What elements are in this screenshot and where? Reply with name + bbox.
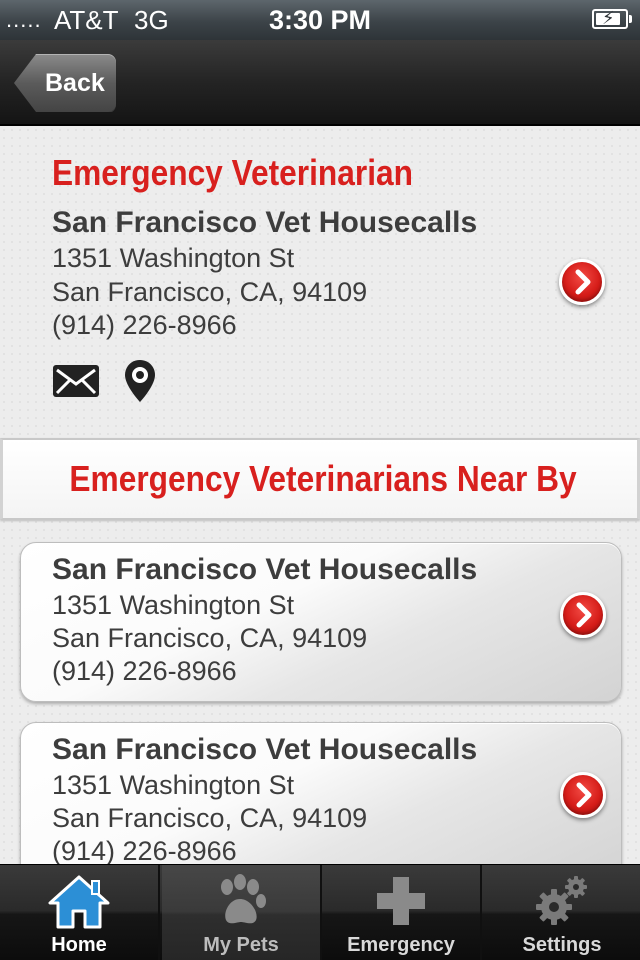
vet-name: San Francisco Vet Housecalls [52,206,478,239]
tab-label: My Pets [203,934,279,956]
nearby-heading: Emergency Veterinarians Near By [69,458,577,499]
vet-address: 1351 Washington St [52,243,295,273]
vet-detail-button[interactable] [560,772,606,818]
tab-bar: Home My Pets Emergency Settings [0,864,640,960]
battery-icon: ⚡ [592,8,632,29]
vet-address: 1351 Washington St [52,590,295,620]
nearby-vet-card[interactable]: San Francisco Vet Housecalls 1351 Washin… [20,722,622,882]
nearby-banner: Emergency Veterinarians Near By [0,438,640,520]
tab-home[interactable]: Home [0,865,160,960]
vet-detail-button[interactable] [560,592,606,638]
gear-icon [536,876,587,925]
chevron-right-icon [576,602,592,628]
tab-settings[interactable]: Settings [482,865,640,960]
chevron-right-icon [575,269,591,295]
nearby-vet-card[interactable]: San Francisco Vet Housecalls 1351 Washin… [20,542,622,702]
status-bar: ..... AT&T 3G 3:30 PM ⚡ [0,0,640,40]
back-button[interactable]: Back [14,54,116,112]
vet-phone[interactable]: (914) 226-8966 [52,310,237,341]
vet-city: San Francisco, CA, 94109 [52,803,368,833]
vet-name: San Francisco Vet Housecalls [52,733,478,766]
chevron-right-icon [576,782,592,808]
tab-label: Settings [522,934,602,956]
section-heading: Emergency Veterinarian [52,152,413,193]
mail-icon[interactable] [52,364,100,398]
paw-icon [221,874,266,924]
content-area: Emergency Veterinarian San Francisco Vet… [0,126,640,882]
navigation-bar: Back [0,40,640,126]
vet-address: 1351 Washington St [52,770,295,800]
tab-my-pets[interactable]: My Pets [162,865,322,960]
home-icon [48,875,110,929]
map-pin-icon[interactable] [122,358,158,404]
tab-emergency[interactable]: Emergency [322,865,482,960]
cross-icon [377,877,425,925]
tab-label: Emergency [347,934,455,956]
vet-phone: (914) 226-8966 [52,836,237,866]
vet-city: San Francisco, CA, 94109 [52,623,368,653]
vet-phone: (914) 226-8966 [52,656,237,686]
primary-vet-detail-button[interactable] [559,259,605,305]
vet-name: San Francisco Vet Housecalls [52,553,478,586]
tab-label: Home [51,934,107,956]
primary-vet-section: Emergency Veterinarian San Francisco Vet… [0,126,640,436]
vet-city: San Francisco, CA, 94109 [52,277,368,307]
status-time: 3:30 PM [268,5,372,35]
